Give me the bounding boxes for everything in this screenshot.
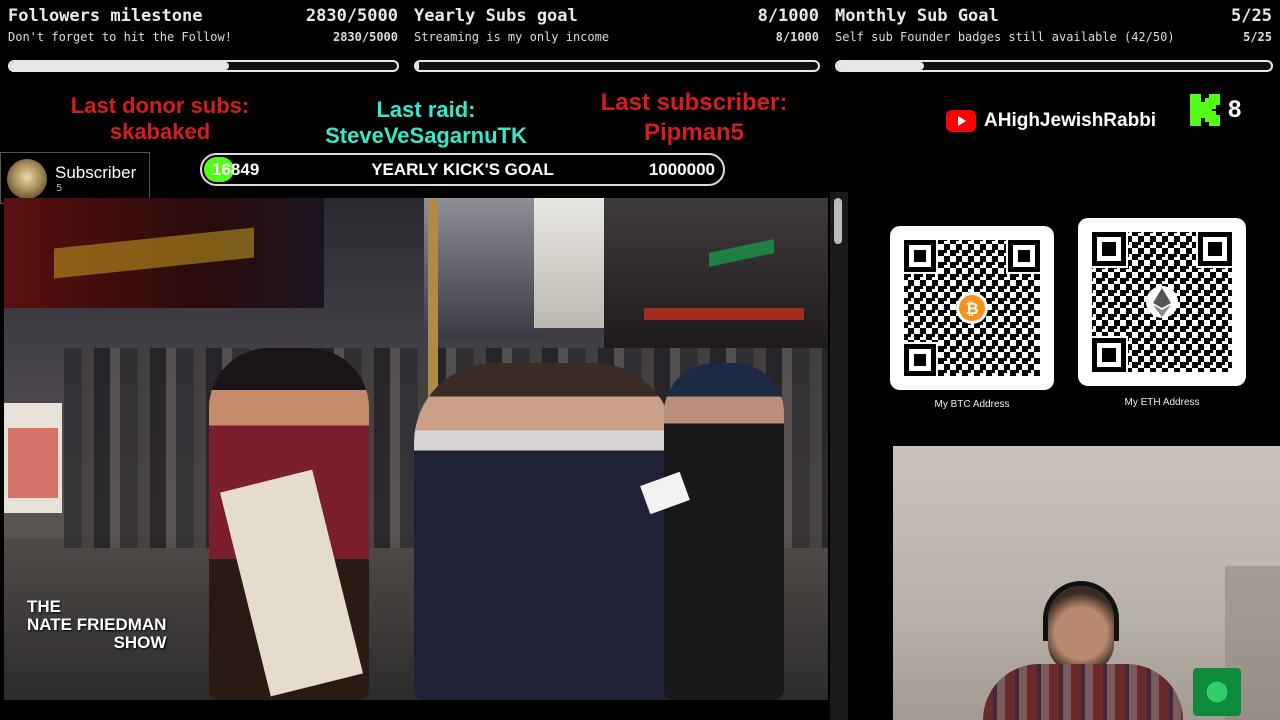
goal-subtitle-value: 2830/5000 — [332, 30, 398, 44]
goal-title-value: 2830/5000 — [305, 6, 398, 26]
goal-subtitle: Streaming is my only income — [414, 30, 610, 44]
last-donor-alert: Last donor subs: skabaked — [40, 93, 280, 145]
youtube-channel-badge[interactable]: AHighJewishRabbi — [946, 108, 1156, 134]
yearly-kick-goal-bar: 16849 YEARLY KICK'S GOAL 1000000 — [200, 153, 725, 186]
building-center — [424, 198, 544, 338]
raid-label: Last raid: — [376, 97, 476, 122]
subscriber-label: Last subscriber: — [600, 89, 788, 116]
svg-text:₿: ₿ — [965, 299, 978, 318]
headphones — [1043, 581, 1119, 641]
goal-subtitle: Self sub Founder badges still available … — [835, 30, 1175, 44]
man-in-hat-figure — [664, 363, 784, 700]
btc-qr-icon: ₿ — [902, 238, 1042, 378]
kick-logo-icon — [1190, 94, 1220, 126]
goal-progress-bar — [8, 60, 399, 72]
avatar — [7, 159, 47, 199]
eth-qr-code — [1078, 218, 1246, 386]
watermark-line2: NATE FRIEDMAN — [27, 615, 167, 634]
last-raid-alert: Last raid: SteveVeSagarnuTK — [306, 97, 546, 149]
goal-subtitle-value: 5/25 — [1243, 30, 1272, 44]
btc-address-label: My BTC Address — [934, 399, 1010, 410]
subscriber-card-label: Subscriber — [55, 163, 137, 182]
monthly-sub-goal-widget: Monthly Sub Goal 5/25 Self sub Founder b… — [827, 0, 1280, 80]
streamer-body — [983, 664, 1183, 720]
kick-badge: 8 — [1190, 94, 1241, 126]
goal-title-value: 8/1000 — [757, 6, 819, 26]
goal-title: Followers milestone — [8, 6, 203, 26]
goal-subtitle: Don't forget to hit the Follow! — [8, 30, 232, 44]
kick-goal-target: 1000000 — [648, 160, 715, 179]
donor-name: skabaked — [109, 119, 211, 144]
eth-qr-icon — [1090, 230, 1234, 374]
goal-progress-bar — [414, 60, 820, 72]
raid-name: SteveVeSagarnuTK — [325, 123, 527, 148]
subscriber-card-count: 5 — [56, 183, 63, 194]
red-sign — [644, 308, 804, 320]
kick-count: 8 — [1228, 96, 1242, 123]
goal-title: Monthly Sub Goal — [835, 6, 999, 26]
building-right — [604, 198, 828, 348]
scrollbar-thumb[interactable] — [834, 198, 842, 244]
btc-qr-code: ₿ — [890, 226, 1054, 390]
goal-progress-fill — [416, 62, 420, 70]
youtube-channel-name: AHighJewishRabbi — [984, 110, 1157, 131]
goal-progress-bar — [835, 60, 1273, 72]
subscriber-name: Pipman5 — [643, 119, 745, 146]
video-scrollbar[interactable] — [830, 192, 848, 720]
latest-subscriber-card: Subscriber 5 — [0, 152, 150, 204]
green-cup — [1193, 668, 1241, 716]
donor-label: Last donor subs: — [70, 93, 250, 118]
interviewer-figure — [414, 363, 674, 700]
goal-title-value: 5/25 — [1231, 6, 1272, 26]
last-subscriber-alert: Last subscriber: Pipman5 — [574, 88, 814, 148]
kick-goal-label: YEARLY KICK'S GOAL — [371, 160, 554, 179]
youtube-icon — [946, 110, 976, 132]
watermark-line1: THE — [27, 597, 61, 616]
yearly-subs-goal-widget: Yearly Subs goal 8/1000 Streaming is my … — [406, 0, 827, 80]
goal-progress-fill — [10, 62, 230, 70]
chicago-box-stripe — [8, 428, 58, 498]
goal-progress-fill — [837, 62, 924, 70]
goal-title: Yearly Subs goal — [414, 6, 578, 26]
eth-address-label: My ETH Address — [1124, 397, 1200, 408]
streamer-webcam — [893, 446, 1280, 720]
main-video-feed[interactable]: THE NATE FRIEDMAN SHOW — [4, 198, 828, 700]
followers-goal-widget: Followers milestone 2830/5000 Don't forg… — [0, 0, 406, 80]
sky — [534, 198, 604, 328]
goal-subtitle-value: 8/1000 — [775, 30, 819, 44]
show-watermark: THE NATE FRIEDMAN SHOW — [24, 598, 166, 652]
watermark-line3: SHOW — [113, 633, 167, 652]
